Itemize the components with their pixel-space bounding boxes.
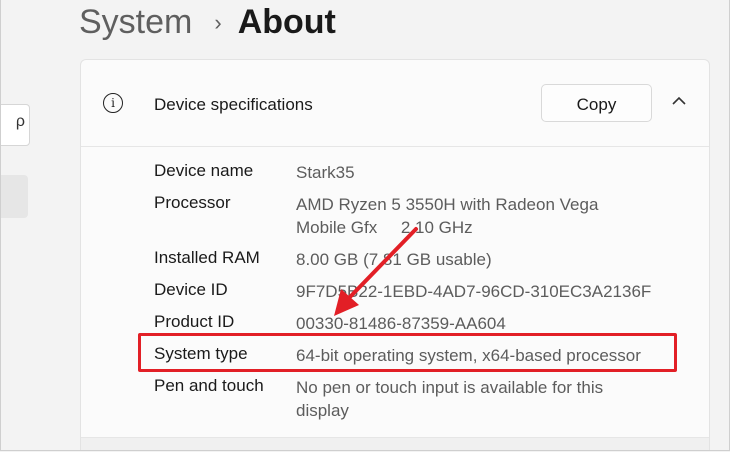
settings-window: ρ System › About i Device specifications… bbox=[0, 0, 730, 451]
spec-value: 8.00 GB (7.81 GB usable) bbox=[296, 250, 492, 269]
spec-label: Installed RAM bbox=[154, 248, 260, 267]
info-icon: i bbox=[103, 93, 123, 113]
spec-value: Stark35 bbox=[296, 163, 355, 182]
spec-label: Device ID bbox=[154, 280, 228, 299]
chevron-up-icon[interactable] bbox=[670, 90, 688, 112]
spec-value: AMD Ryzen 5 3550H with Radeon Vega Mobil… bbox=[296, 195, 604, 237]
sidebar-selected-item[interactable] bbox=[1, 175, 28, 218]
spec-label: Product ID bbox=[154, 312, 235, 331]
card-title: Device specifications bbox=[154, 95, 313, 114]
card-footer bbox=[81, 437, 709, 450]
page-title: About bbox=[237, 3, 336, 41]
chevron-right-icon: › bbox=[214, 9, 222, 35]
sidebar-search-box[interactable]: ρ bbox=[1, 104, 30, 146]
breadcrumb-system[interactable]: System bbox=[79, 3, 192, 42]
device-specifications-card: i Device specifications Copy Device name… bbox=[80, 59, 710, 450]
spec-label: Processor bbox=[154, 193, 231, 212]
spec-value: 00330-81486-87359-AA604 bbox=[296, 314, 506, 333]
spec-value: No pen or touch input is available for t… bbox=[296, 378, 604, 420]
breadcrumb: System › About bbox=[79, 0, 336, 45]
card-header[interactable]: i Device specifications Copy bbox=[81, 60, 709, 147]
copy-button[interactable]: Copy bbox=[541, 84, 652, 122]
annotation-highlight-box bbox=[138, 333, 677, 372]
spec-label: Pen and touch bbox=[154, 376, 264, 395]
search-icon: ρ bbox=[15, 113, 25, 130]
spec-label: Device name bbox=[154, 161, 254, 180]
spec-value: 9F7D5B22-1EBD-4AD7-96CD-310EC3A2136F bbox=[296, 282, 652, 301]
